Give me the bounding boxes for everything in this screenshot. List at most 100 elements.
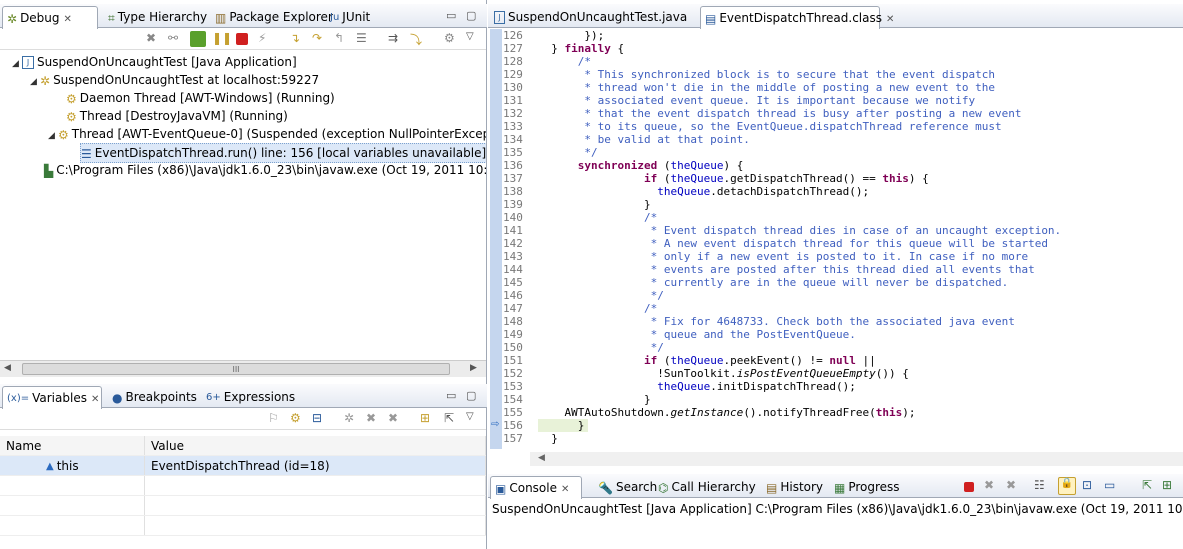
tab-call-hierarchy[interactable]: ⌬ Call Hierarchy [654,476,762,498]
line-number: 138 [503,185,523,198]
remove-terminated-icon[interactable]: ✖ [146,31,162,47]
remove-all-terminated-icon[interactable]: ✖ [1006,478,1022,494]
debug-horizontal-scrollbar[interactable]: ◀ III ▶ [0,360,486,377]
tab-history[interactable]: ▤ History [762,476,829,498]
code-line: theQueue.initDispatchThread(); [657,380,856,393]
line-number: 146 [503,289,523,302]
debug-view-menu-icon[interactable]: ⚙ [444,31,460,47]
console-view: ▣ Console ✕ 🔦 Search ⌬ Call Hierarchy ▤ Histo… [488,472,1183,549]
scroll-thumb[interactable]: III [22,363,450,375]
scroll-lock-icon[interactable]: 🔒 [1058,477,1076,495]
package-icon: ▥ [215,10,227,25]
pin-console-icon[interactable]: ⊡ [1082,478,1098,494]
tab-debug[interactable]: ✲ Debug ✕ [2,6,98,29]
open-console-icon[interactable]: ⇱ [1142,478,1158,494]
close-icon[interactable]: ✕ [91,394,99,405]
step-filters-icon[interactable]: ⇉ [388,31,404,47]
tree-thread-eventqueue[interactable]: ◢ ⚙ Thread [AWT-EventQueue-0] (Suspended (… [48,125,486,143]
expanded-icon[interactable]: ◢ [48,127,58,145]
editor-horizontal-scrollbar[interactable]: ◀ [530,452,1183,466]
code-line: } [538,198,651,211]
tree-thread-destroy[interactable]: ⚙ Thread [DestroyJavaVM] (Running) [56,107,288,125]
code-line: if (theQueue.getDispatchThread() == this… [643,172,929,185]
expanded-icon[interactable]: ◢ [12,55,22,73]
thread-running-icon: ⚙ [66,91,77,106]
code-line: AWTAutoShutdown.getInstance().notifyThre… [538,406,916,419]
view-menu-chevron-icon[interactable]: ▽ [466,411,482,427]
suspend-icon[interactable]: ❚❚ [212,31,232,47]
new-view-icon[interactable]: ⊞ [420,411,436,427]
use-step-filters-icon[interactable]: ⤵ [410,31,426,47]
new-console-icon[interactable]: ⊞ [1162,478,1178,494]
resume-icon[interactable] [190,31,206,47]
tab-package-explorer[interactable]: ▥ Package Explorer [211,6,339,28]
table-row [0,495,486,516]
drop-to-frame-icon[interactable]: ☰ [356,31,372,47]
junit-icon: Ju [330,11,340,23]
terminate-icon[interactable] [236,33,248,45]
scroll-right-icon[interactable]: ▶ [470,363,477,373]
tab-junit[interactable]: Ju JUnit [326,6,376,28]
editor-tabbar: J SuspendOnUncaughtTest.java ▤ EventDispat… [488,4,1183,29]
show-type-names-icon[interactable]: ⚐ [268,411,284,427]
editor-ruler [490,29,502,449]
line-number: 129 [503,68,523,81]
tab-eventdispatchthread-class[interactable]: ▤ EventDispatchThread.class ✕ [700,6,894,29]
tab-suspendonuncaughttest-java[interactable]: J SuspendOnUncaughtTest.java [490,6,696,28]
tree-process[interactable]: ▙ C:\Program Files (x86)\Java\jdk1.6.0_23… [44,161,486,179]
terminate-icon[interactable] [964,482,974,492]
maximize-icon[interactable]: ▢ [466,9,476,22]
column-header-name[interactable]: Name [0,436,145,456]
remove-launch-icon[interactable]: ✖ [984,478,1000,494]
step-return-icon[interactable]: ↰ [334,31,350,47]
clear-console-icon[interactable]: ☷ [1034,478,1050,494]
collapse-all-icon[interactable]: ⊟ [312,411,328,427]
tree-debug-target[interactable]: ◢ ✲ SuspendOnUncaughtTest at localhost:592… [30,71,319,89]
remove-icon[interactable]: ✖ [366,411,382,427]
current-instruction-pointer-icon[interactable]: ⇨ [491,419,499,430]
expanded-icon[interactable]: ◢ [30,73,40,91]
minimize-icon[interactable]: ▭ [446,389,456,402]
connect-icon[interactable]: ⚯ [168,31,184,47]
scroll-left-icon[interactable]: ◀ [538,453,545,463]
table-row [0,515,486,536]
remove-all-icon[interactable]: ✖ [388,411,404,427]
code-line: } [538,432,558,445]
tab-variables[interactable]: (x)= Variables ✕ [2,386,102,409]
scroll-left-icon[interactable]: ◀ [4,363,11,373]
pin-icon[interactable]: ⇱ [444,411,460,427]
console-status: SuspendOnUncaughtTest [Java Application]… [492,502,1182,516]
view-menu-chevron-icon[interactable]: ▽ [466,31,482,47]
add-watch-icon[interactable]: ✲ [344,411,360,427]
close-icon[interactable]: ✕ [64,14,72,25]
tab-expressions[interactable]: 6+ Expressions [202,386,301,408]
minimize-icon[interactable]: ▭ [446,9,456,22]
close-icon[interactable]: ✕ [561,484,569,495]
history-icon: ▤ [766,480,778,495]
tree-launch[interactable]: ◢ J SuspendOnUncaughtTest [Java Applicatio… [12,53,297,71]
tab-search[interactable]: 🔦 Search [594,476,663,498]
expressions-icon: 6+ [206,391,221,403]
step-into-icon[interactable]: ↴ [290,31,306,47]
disconnect-icon[interactable]: ⚡ [258,31,274,47]
close-icon[interactable]: ✕ [886,14,894,25]
code-line: * Fix for 4648733. Check both the associ… [538,315,1015,328]
column-header-value[interactable]: Value [144,436,486,456]
show-logical-structure-icon[interactable]: ⚙ [290,411,306,427]
code-line: if (theQueue.peekEvent() != null || [643,354,876,367]
tab-progress[interactable]: ▦ Progress [830,476,906,498]
tab-type-hierarchy[interactable]: ⌗ Type Hierarchy [104,6,213,28]
line-number: 141 [503,224,523,237]
debug-tabbar: ✲ Debug ✕ ⌗ Type Hierarchy ▥ Package Explore… [0,4,487,29]
tab-breakpoints[interactable]: ● Breakpoints [108,386,203,408]
tab-console[interactable]: ▣ Console ✕ [490,476,582,499]
tree-thread-awt-windows[interactable]: ⚙ Daemon Thread [AWT-Windows] (Running) [56,89,335,107]
maximize-icon[interactable]: ▢ [466,389,476,402]
line-number: 155 [503,406,523,419]
tree-stack-frame[interactable]: ☰ EventDispatchThread.run() line: 156 [lo… [80,143,486,163]
step-over-icon[interactable]: ↷ [312,31,328,47]
display-console-icon[interactable]: ▭ [1104,478,1120,494]
code-line: */ [538,341,664,354]
line-number: 156 [503,419,523,432]
table-row[interactable]: ▲ this EventDispatchThread (id=18) [0,455,486,476]
